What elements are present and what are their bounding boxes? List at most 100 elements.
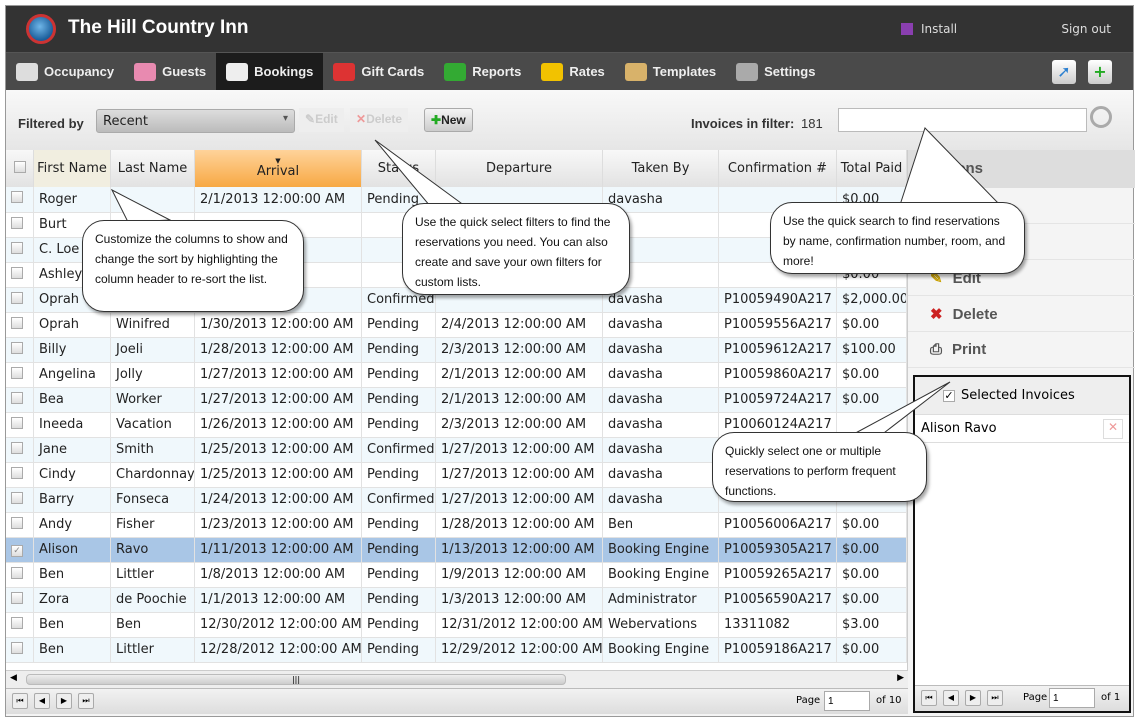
table-row[interactable]: Ben Littler 12/28/2012 12:00:00 AM Pending 1…	[6, 637, 907, 663]
row-checkbox-cell[interactable]	[6, 412, 34, 438]
edit-button[interactable]: ✎Edit	[299, 108, 344, 132]
install-link[interactable]: Install	[901, 22, 957, 36]
row-checkbox[interactable]	[11, 316, 23, 329]
tab-settings[interactable]: Settings	[726, 53, 825, 90]
row-checkbox[interactable]	[11, 366, 23, 379]
row-checkbox-cell[interactable]	[6, 387, 34, 413]
column-header[interactable]: Status	[361, 150, 436, 187]
last-page-button[interactable]: ⏭	[78, 693, 94, 709]
row-checkbox-cell[interactable]	[6, 562, 34, 588]
column-header[interactable]: Departure	[435, 150, 603, 187]
table-row[interactable]: Andy Fisher 1/23/2013 12:00:00 AM Pending 1/…	[6, 512, 907, 538]
filter-select[interactable]: Recent	[96, 109, 295, 133]
action-delete[interactable]: ✖ Delete	[908, 296, 1135, 332]
column-header[interactable]: Confirmation #	[718, 150, 837, 187]
page-input[interactable]	[824, 691, 870, 711]
row-checkbox[interactable]	[11, 466, 23, 479]
cell: davasha	[602, 487, 719, 513]
tab-bookings[interactable]: Bookings	[216, 53, 324, 97]
first-page-button[interactable]: ⏮	[12, 693, 28, 709]
row-checkbox-cell[interactable]	[6, 287, 34, 313]
table-row[interactable]: Angelina Jolly 1/27/2013 12:00:00 AM Pendin…	[6, 362, 907, 388]
row-checkbox-cell[interactable]: ✓	[6, 537, 34, 563]
row-checkbox[interactable]	[11, 291, 23, 304]
first-page-button[interactable]: ⏮	[921, 690, 937, 706]
row-checkbox[interactable]	[11, 641, 23, 654]
row-checkbox-cell[interactable]	[6, 587, 34, 613]
sign-out-link[interactable]: Sign out	[1061, 22, 1111, 36]
select-all-header[interactable]	[6, 150, 34, 187]
row-checkbox-cell[interactable]	[6, 437, 34, 463]
row-checkbox-cell[interactable]	[6, 637, 34, 663]
next-page-button[interactable]: ▶	[56, 693, 72, 709]
select-all-checkbox[interactable]: ✓	[943, 390, 955, 402]
column-header[interactable]: Total Paid	[836, 150, 907, 187]
cell: $100.00	[836, 337, 907, 363]
column-header[interactable]: Taken By	[602, 150, 719, 187]
horizontal-scrollbar[interactable]: ◀ ||| ▶	[6, 670, 908, 688]
row-checkbox-cell[interactable]	[6, 362, 34, 388]
search-input[interactable]	[838, 108, 1087, 132]
row-checkbox-cell[interactable]	[6, 187, 34, 213]
cell: 1/11/2013 12:00:00 AM	[194, 537, 362, 563]
selected-invoice-item[interactable]: Alison Ravo ✕	[915, 415, 1129, 443]
row-checkbox-cell[interactable]	[6, 487, 34, 513]
new-button[interactable]: ✚New	[424, 108, 473, 132]
action-print[interactable]: ⎙ Print	[908, 332, 1135, 368]
cell: P10056006A217	[718, 512, 837, 538]
row-checkbox[interactable]: ✓	[11, 545, 23, 557]
row-checkbox-cell[interactable]	[6, 337, 34, 363]
row-checkbox-cell[interactable]	[6, 612, 34, 638]
row-checkbox[interactable]	[11, 516, 23, 529]
tab-gift-cards[interactable]: Gift Cards	[323, 53, 434, 90]
table-row[interactable]: Zora de Poochie 1/1/2013 12:00:00 AM Pendin…	[6, 587, 907, 613]
tab-occupancy[interactable]: Occupancy	[6, 53, 124, 90]
row-checkbox[interactable]	[11, 591, 23, 604]
page-input[interactable]	[1049, 688, 1095, 708]
table-row[interactable]: ✓ Alison Ravo 1/11/2013 12:00:00 AM Pending 1…	[6, 537, 907, 563]
row-checkbox[interactable]	[11, 241, 23, 254]
tab-guests[interactable]: Guests	[124, 53, 216, 90]
tab-templates[interactable]: Templates	[615, 53, 726, 90]
last-page-button[interactable]: ⏭	[987, 690, 1003, 706]
table-row[interactable]: Billy Joeli 1/28/2013 12:00:00 AM Pending 2/…	[6, 337, 907, 363]
row-checkbox-cell[interactable]	[6, 312, 34, 338]
table-row[interactable]: Oprah Winifred 1/30/2013 12:00:00 AM Pendin…	[6, 312, 907, 338]
tab-rates[interactable]: Rates	[531, 53, 614, 90]
row-checkbox[interactable]	[11, 416, 23, 429]
add-button[interactable]: +	[1088, 60, 1112, 84]
table-row[interactable]: Ben Littler 1/8/2013 12:00:00 AM Pending 1/9…	[6, 562, 907, 588]
row-checkbox[interactable]	[11, 391, 23, 404]
column-header[interactable]: First Name	[33, 150, 111, 187]
row-checkbox[interactable]	[11, 191, 23, 204]
column-header[interactable]: ▼ Arrival	[194, 150, 362, 187]
prev-page-button[interactable]: ◀	[943, 690, 959, 706]
tab-reports[interactable]: Reports	[434, 53, 531, 90]
row-checkbox-cell[interactable]	[6, 462, 34, 488]
prev-page-button[interactable]: ◀	[34, 693, 50, 709]
row-checkbox[interactable]	[11, 441, 23, 454]
scroll-thumb[interactable]: |||	[26, 674, 566, 685]
row-checkbox-cell[interactable]	[6, 237, 34, 263]
next-page-button[interactable]: ▶	[965, 690, 981, 706]
column-header[interactable]: Last Name	[110, 150, 195, 187]
row-checkbox[interactable]	[11, 491, 23, 504]
row-checkbox-cell[interactable]	[6, 512, 34, 538]
cell: 1/27/2013 12:00:00 AM	[435, 437, 603, 463]
cell: davasha	[602, 437, 719, 463]
row-checkbox[interactable]	[11, 616, 23, 629]
tab-label: Reports	[472, 64, 522, 79]
table-row[interactable]: Ben Ben 12/30/2012 12:00:00 AM Pending 12/31…	[6, 612, 907, 638]
table-row[interactable]: Bea Worker 1/27/2013 12:00:00 AM Pending 2/1…	[6, 387, 907, 413]
select-all-checkbox[interactable]	[13, 160, 26, 173]
delete-button[interactable]: ✕Delete	[350, 108, 409, 132]
row-checkbox-cell[interactable]	[6, 262, 34, 288]
search-icon[interactable]	[1090, 106, 1112, 128]
row-checkbox[interactable]	[11, 341, 23, 354]
row-checkbox[interactable]	[11, 216, 23, 229]
popout-button[interactable]: ➚	[1052, 60, 1076, 84]
row-checkbox[interactable]	[11, 266, 23, 279]
row-checkbox-cell[interactable]	[6, 212, 34, 238]
row-checkbox[interactable]	[11, 566, 23, 579]
remove-icon[interactable]: ✕	[1103, 419, 1123, 439]
